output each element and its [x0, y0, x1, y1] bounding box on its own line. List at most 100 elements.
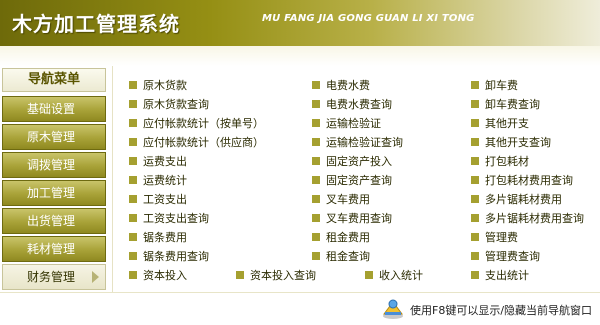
menu-freight-expense[interactable]: 运费支出 [129, 154, 187, 170]
sidebar-item-label: 出货管理 [27, 214, 76, 228]
header-band [0, 46, 600, 66]
menu-rent-cost[interactable]: 租金费用 [312, 230, 370, 246]
menu-packing-material[interactable]: 打包耗材 [471, 154, 529, 170]
menu-other-expense[interactable]: 其他开支 [471, 116, 529, 132]
menu-transport-cert[interactable]: 运输检验证 [312, 116, 381, 132]
menu-management-fee[interactable]: 管理费 [471, 230, 518, 246]
menu-label: 租金费用 [326, 231, 370, 244]
sidebar-item-shipping-management[interactable]: 出货管理 [2, 208, 106, 234]
bullet-icon [129, 214, 137, 222]
expand-arrow-icon [92, 271, 99, 283]
menu-label: 打包耗材费用查询 [485, 174, 573, 187]
menu-forklift-cost-query[interactable]: 叉车费用查询 [312, 211, 392, 227]
menu-label: 运费统计 [143, 174, 187, 187]
app-header: 木方加工管理系统 MU FANG JIA GONG GUAN LI XI TON… [0, 0, 600, 46]
menu-label: 卸车费 [485, 79, 518, 92]
menu-label: 资本投入查询 [250, 269, 316, 282]
sidebar-item-label: 基础设置 [27, 102, 76, 116]
sidebar-item-label: 调拨管理 [27, 158, 76, 172]
sidebar-item-label: 原木管理 [27, 130, 76, 144]
bullet-icon [129, 138, 137, 146]
menu-utility-fee[interactable]: 电费水费 [312, 78, 370, 94]
menu-label: 锯条费用查询 [143, 250, 209, 263]
menu-label: 管理费 [485, 231, 518, 244]
app-subtitle: MU FANG JIA GONG GUAN LI XI TONG [262, 13, 475, 24]
menu-management-fee-query[interactable]: 管理费查询 [471, 249, 540, 265]
sidebar-item-log-management[interactable]: 原木管理 [2, 124, 106, 150]
menu-freight-stats[interactable]: 运费统计 [129, 173, 187, 189]
menu-label: 锯条费用 [143, 231, 187, 244]
bullet-icon [236, 271, 244, 279]
menu-packing-material-query[interactable]: 打包耗材费用查询 [471, 173, 573, 189]
bullet-icon [312, 214, 320, 222]
menu-multi-saw-cost-query[interactable]: 多片锯耗材费用查询 [471, 211, 584, 227]
menu-other-expense-query[interactable]: 其他开支查询 [471, 135, 551, 151]
menu-label: 租金查询 [326, 250, 370, 263]
menu-label: 固定资产查询 [326, 174, 392, 187]
menu-label: 应付帐款统计（按单号） [143, 117, 264, 130]
bullet-icon [471, 176, 479, 184]
menu-rent-query[interactable]: 租金查询 [312, 249, 370, 265]
menu-label: 叉车费用 [326, 193, 370, 206]
menu-utility-fee-query[interactable]: 电费水费查询 [312, 97, 392, 113]
bullet-icon [471, 119, 479, 127]
menu-label: 运输检验证查询 [326, 136, 403, 149]
bullet-icon [129, 252, 137, 260]
nav-menu-header: 导航菜单 [2, 68, 106, 92]
bullet-icon [365, 271, 373, 279]
bullet-icon [471, 271, 479, 279]
menu-multi-saw-cost[interactable]: 多片锯耗材费用 [471, 192, 562, 208]
menu-unloading-fee-query[interactable]: 卸车费查询 [471, 97, 540, 113]
bullet-icon [471, 195, 479, 203]
bullet-icon [471, 252, 479, 260]
menu-transport-cert-query[interactable]: 运输检验证查询 [312, 135, 403, 151]
bullet-icon [129, 176, 137, 184]
bullet-icon [129, 157, 137, 165]
menu-wage-expense[interactable]: 工资支出 [129, 192, 187, 208]
menu-payables-by-supplier[interactable]: 应付帐款统计（供应商） [129, 135, 264, 151]
sidebar-item-finance-management[interactable]: 财务管理 [2, 264, 106, 290]
bullet-icon [471, 138, 479, 146]
bullet-icon [312, 119, 320, 127]
bullet-icon [312, 138, 320, 146]
menu-label: 叉车费用查询 [326, 212, 392, 225]
bullet-icon [312, 252, 320, 260]
bullet-icon [471, 100, 479, 108]
menu-label: 打包耗材 [485, 155, 529, 168]
menu-label: 原木货款 [143, 79, 187, 92]
menu-payables-by-order[interactable]: 应付帐款统计（按单号） [129, 116, 264, 132]
menu-label: 原木货款查询 [143, 98, 209, 111]
menu-fixed-asset-investment[interactable]: 固定资产投入 [312, 154, 392, 170]
bullet-icon [312, 157, 320, 165]
sidebar-divider [112, 66, 113, 292]
menu-forklift-cost[interactable]: 叉车费用 [312, 192, 370, 208]
menu-capital-investment-query[interactable]: 资本投入查询 [236, 268, 316, 284]
bullet-icon [471, 81, 479, 89]
menu-fixed-asset-query[interactable]: 固定资产查询 [312, 173, 392, 189]
menu-log-payment-query[interactable]: 原木货款查询 [129, 97, 209, 113]
menu-log-payment[interactable]: 原木货款 [129, 78, 187, 94]
sidebar-item-transfer-management[interactable]: 调拨管理 [2, 152, 106, 178]
menu-label: 工资支出 [143, 193, 187, 206]
sidebar-item-consumables-management[interactable]: 耗材管理 [2, 236, 106, 262]
menu-label: 电费水费 [326, 79, 370, 92]
menu-label: 工资支出查询 [143, 212, 209, 225]
menu-label: 其他开支查询 [485, 136, 551, 149]
footer-divider [0, 292, 600, 293]
menu-label: 卸车费查询 [485, 98, 540, 111]
sidebar-item-processing-management[interactable]: 加工管理 [2, 180, 106, 206]
bullet-icon [471, 233, 479, 241]
menu-saw-blade-cost[interactable]: 锯条费用 [129, 230, 187, 246]
menu-capital-investment[interactable]: 资本投入 [129, 268, 187, 284]
menu-label: 资本投入 [143, 269, 187, 282]
menu-income-stats[interactable]: 收入统计 [365, 268, 423, 284]
bullet-icon [129, 195, 137, 203]
menu-expense-stats[interactable]: 支出统计 [471, 268, 529, 284]
sidebar-item-basic-settings[interactable]: 基础设置 [2, 96, 106, 122]
bullet-icon [129, 119, 137, 127]
menu-unloading-fee[interactable]: 卸车费 [471, 78, 518, 94]
menu-saw-blade-cost-query[interactable]: 锯条费用查询 [129, 249, 209, 265]
menu-label: 多片锯耗材费用 [485, 193, 562, 206]
menu-wage-expense-query[interactable]: 工资支出查询 [129, 211, 209, 227]
menu-label: 运费支出 [143, 155, 187, 168]
